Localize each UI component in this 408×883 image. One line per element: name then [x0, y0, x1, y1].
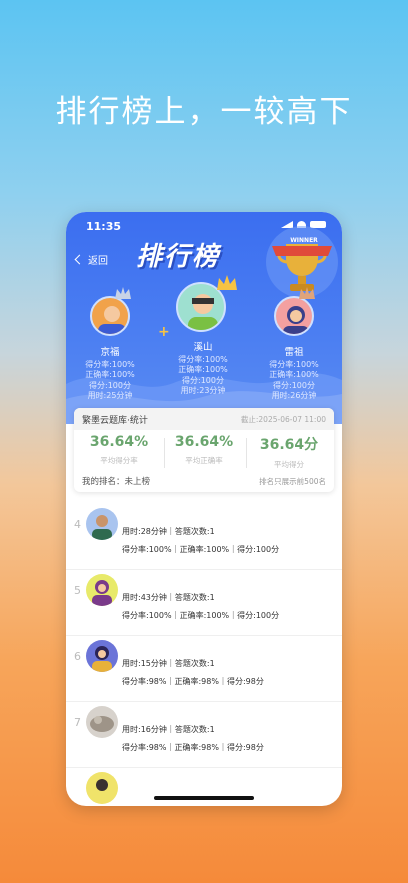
row-scores: 得分率:98%｜正确率:98%｜得分:98分 — [122, 677, 264, 686]
list-item-partial[interactable] — [66, 768, 342, 806]
crown-silver-icon — [115, 287, 131, 299]
metric-label: 平均得分 — [274, 460, 304, 469]
back-button[interactable]: 返回 — [74, 252, 108, 267]
rank-number: 7 — [74, 716, 81, 729]
podium-correct-rate: 正确率:100% — [178, 365, 228, 374]
podium-rank-2: 京福 得分率:100% 正确率:100% 得分:100分 用时:25分钟 — [78, 347, 142, 402]
back-label: 返回 — [88, 256, 108, 267]
row-scores: 得分率:98%｜正确率:98%｜得分:98分 — [122, 743, 264, 752]
podium-name: 京福 — [100, 347, 120, 358]
headline: 排行榜上，一较高下 — [55, 94, 353, 130]
metric-label: 平均正确率 — [185, 456, 223, 465]
status-time: 11:35 — [86, 220, 122, 233]
list-item[interactable]: 4 用时:28分钟｜答题次数:1 得分率:100%｜正确率:100%｜得分:10… — [66, 504, 342, 570]
phone-screen: 11:35 返回 排行榜 WINNER + 京福 得分率:100% 正确率:10… — [66, 212, 342, 806]
stats-date: 截止:2025-06-07 11:00 — [240, 415, 326, 424]
podium-correct-rate: 正确率:100% — [85, 370, 135, 379]
list-item[interactable]: 7 用时:16分钟｜答题次数:1 得分率:98%｜正确率:98%｜得分:98分 — [66, 702, 342, 768]
avatar-rank-3[interactable] — [274, 296, 314, 336]
row-time: 用时:15分钟｜答题次数:1 — [122, 659, 215, 668]
rank-number: 5 — [74, 584, 81, 597]
list-item[interactable]: 6 用时:15分钟｜答题次数:1 得分率:98%｜正确率:98%｜得分:98分 — [66, 636, 342, 702]
metric-avg-score-rate: 36.64% 平均得分率 — [79, 434, 159, 466]
podium-name: 雷祖 — [284, 347, 304, 358]
row-scores: 得分率:100%｜正确率:100%｜得分:100分 — [122, 611, 280, 620]
avatar — [86, 772, 118, 804]
home-indicator — [154, 796, 254, 800]
row-scores: 得分率:100%｜正确率:100%｜得分:100分 — [122, 545, 280, 554]
rank-number: 6 — [74, 650, 81, 663]
metric-label: 平均得分率 — [100, 456, 138, 465]
avatar — [86, 508, 118, 540]
avatar — [86, 640, 118, 672]
metric-value: 36.64% — [174, 434, 234, 450]
podium-rank-3: 雷祖 得分率:100% 正确率:100% 得分:100分 用时:26分钟 — [262, 347, 326, 402]
row-time: 用时:16分钟｜答题次数:1 — [122, 725, 215, 734]
avatar-rank-2[interactable] — [90, 296, 130, 336]
podium-score-rate: 得分率:100% — [85, 359, 135, 369]
my-rank: 我的排名：未上榜 — [82, 477, 151, 487]
leaderboard-hero: 11:35 返回 排行榜 WINNER + 京福 得分率:100% 正确率:10… — [66, 212, 342, 424]
stats-card: 繁墨云题库·统计 截止:2025-06-07 11:00 36.64% 平均得分… — [74, 408, 334, 492]
stats-title: 繁墨云题库·统计 — [82, 416, 148, 426]
avatar — [86, 574, 118, 606]
crown-gold-icon — [217, 275, 237, 290]
podium-time: 用时:25分钟 — [87, 391, 133, 400]
rank-number: 4 — [74, 518, 81, 531]
podium-name: 溪山 — [193, 342, 213, 353]
podium-score: 得分:100分 — [89, 380, 131, 390]
page-title: 排行榜 — [136, 242, 221, 272]
crown-bronze-icon — [299, 287, 315, 299]
podium-time: 用时:23分钟 — [180, 386, 226, 395]
podium-correct-rate: 正确率:100% — [269, 370, 319, 379]
rank-note: 排名只展示前500名 — [259, 477, 326, 486]
metric-value: 36.64分 — [259, 437, 319, 453]
sparkle-icon: + — [158, 324, 170, 340]
row-time: 用时:28分钟｜答题次数:1 — [122, 527, 215, 536]
metric-value: 36.64% — [89, 434, 149, 450]
podium-score-rate: 得分率:100% — [178, 354, 228, 364]
metric-avg-score: 36.64分 平均得分 — [249, 434, 329, 470]
podium-score-rate: 得分率:100% — [269, 359, 319, 369]
avatar — [86, 706, 118, 738]
row-time: 用时:43分钟｜答题次数:1 — [122, 593, 215, 602]
list-item[interactable]: 5 用时:43分钟｜答题次数:1 得分率:100%｜正确率:100%｜得分:10… — [66, 570, 342, 636]
podium-score: 得分:100分 — [182, 375, 224, 385]
podium-score: 得分:100分 — [273, 380, 315, 390]
metric-avg-correct-rate: 36.64% 平均正确率 — [164, 434, 244, 466]
podium-time: 用时:26分钟 — [271, 391, 317, 400]
divider — [246, 438, 247, 468]
podium-rank-1: 溪山 得分率:100% 正确率:100% 得分:100分 用时:23分钟 — [171, 342, 235, 397]
chevron-left-icon — [74, 254, 85, 265]
